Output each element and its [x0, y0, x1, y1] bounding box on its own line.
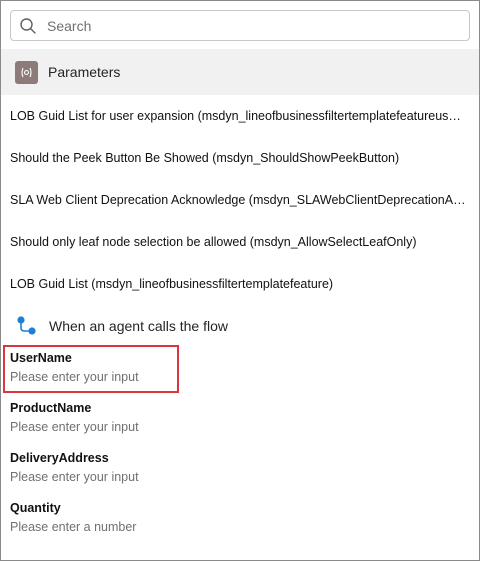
productname-field: ProductName — [1, 397, 479, 447]
productname-input[interactable] — [10, 420, 310, 434]
quantity-field: Quantity — [1, 497, 479, 547]
flow-trigger-icon — [17, 316, 36, 335]
parameter-item[interactable]: LOB Guid List for user expansion (msdyn_… — [1, 95, 479, 137]
deliveryaddress-label: DeliveryAddress — [10, 451, 109, 465]
username-field: UserName — [1, 345, 479, 397]
parameter-label: Should the Peek Button Be Showed (msdyn_… — [10, 151, 400, 165]
quantity-label: Quantity — [10, 501, 61, 515]
productname-label: ProductName — [10, 401, 92, 415]
parameter-label: LOB Guid List (msdyn_lineofbusinessfilte… — [10, 277, 334, 291]
flow-panel: Parameters LOB Guid List for user expans… — [0, 0, 480, 561]
search-box[interactable] — [10, 10, 470, 41]
quantity-input[interactable] — [10, 520, 310, 534]
parameters-section-header[interactable]: Parameters — [1, 49, 479, 95]
parameter-item[interactable]: Should only leaf node selection be allow… — [1, 221, 479, 263]
trigger-section-header[interactable]: When an agent calls the flow — [1, 305, 479, 347]
parameters-title: Parameters — [48, 64, 121, 80]
trigger-title: When an agent calls the flow — [49, 318, 228, 334]
parameter-label: SLA Web Client Deprecation Acknowledge (… — [10, 193, 467, 207]
parameter-item[interactable]: SLA Web Client Deprecation Acknowledge (… — [1, 179, 479, 221]
search-input[interactable] — [45, 16, 469, 35]
parameter-item[interactable]: LOB Guid List (msdyn_lineofbusinessfilte… — [1, 263, 479, 305]
parameter-list: LOB Guid List for user expansion (msdyn_… — [1, 95, 479, 305]
deliveryaddress-input[interactable] — [10, 470, 310, 484]
parameter-label: Should only leaf node selection be allow… — [10, 235, 417, 249]
search-icon — [20, 17, 36, 34]
parameters-icon — [15, 60, 38, 84]
highlight-box — [3, 345, 179, 393]
parameter-item[interactable]: Should the Peek Button Be Showed (msdyn_… — [1, 137, 479, 179]
deliveryaddress-field: DeliveryAddress — [1, 447, 479, 497]
parameter-label: LOB Guid List for user expansion (msdyn_… — [10, 109, 467, 123]
search-container — [1, 1, 479, 41]
